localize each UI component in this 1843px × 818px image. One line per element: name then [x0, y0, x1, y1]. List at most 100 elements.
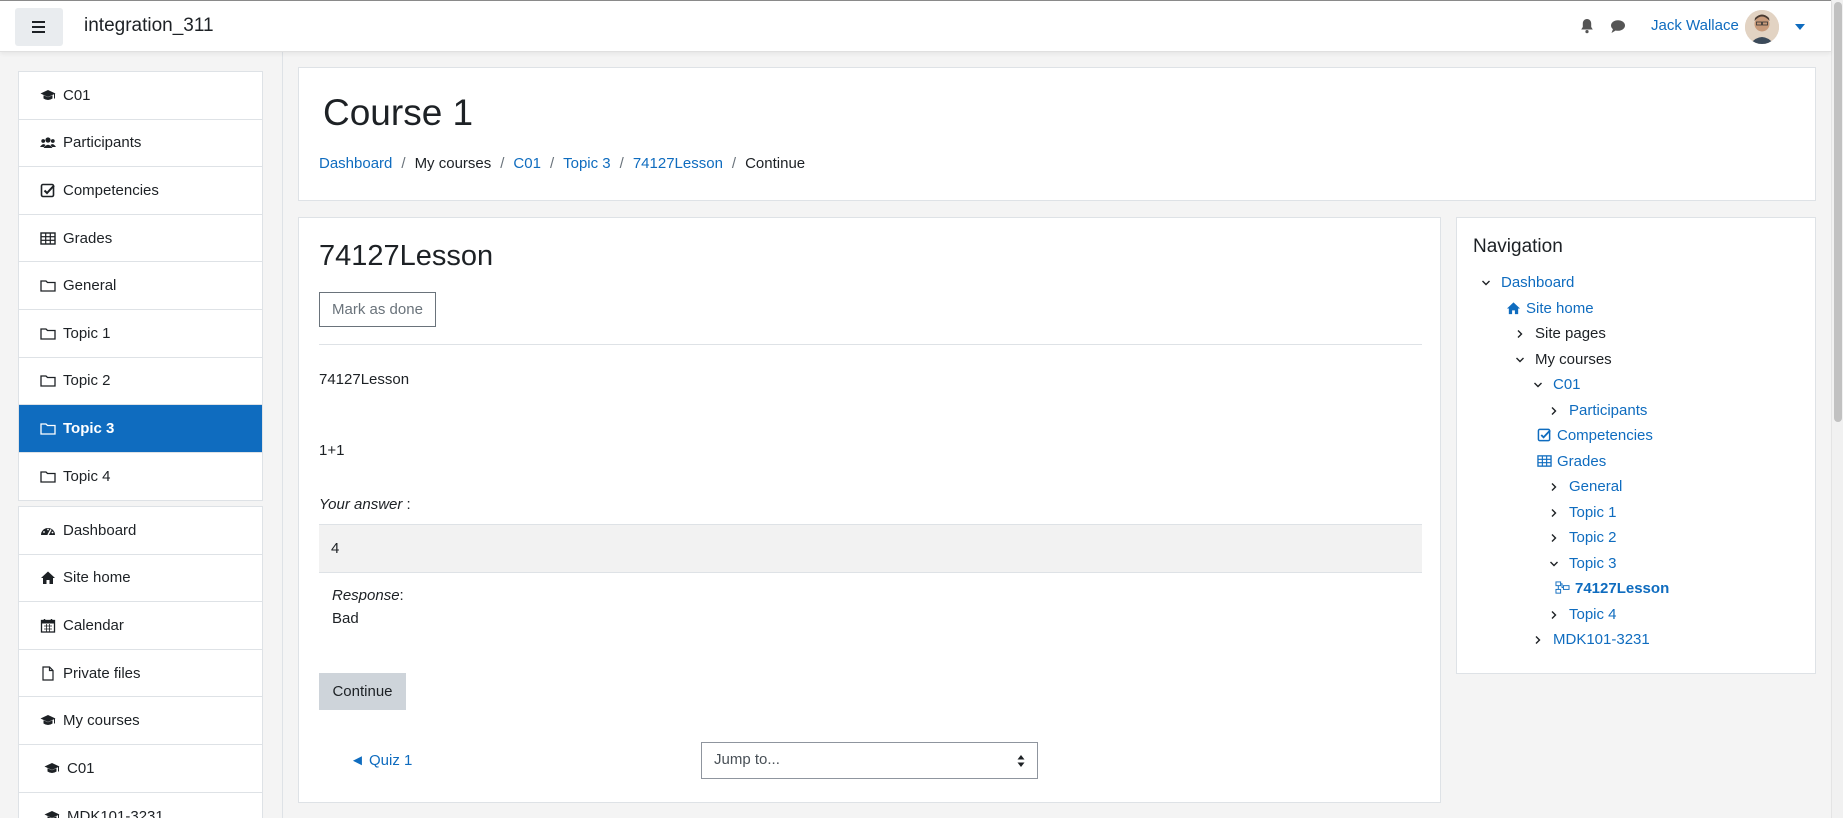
response-label: Response:: [332, 587, 404, 604]
nav-node-label[interactable]: Dashboard: [1501, 274, 1574, 291]
nav-node-participants[interactable]: Participants: [1549, 402, 1647, 419]
drawer-item-my-courses[interactable]: My courses: [19, 697, 262, 745]
chevron-down-icon[interactable]: [1549, 559, 1559, 569]
menu-toggle-button[interactable]: [15, 8, 63, 46]
scrollbar-thumb[interactable]: [1834, 2, 1842, 422]
breadcrumb-c01[interactable]: C01: [513, 155, 541, 172]
response-colon: :: [399, 587, 404, 604]
nav-node-label[interactable]: Grades: [1557, 453, 1606, 470]
nav-node-label[interactable]: 74127Lesson: [1575, 580, 1669, 597]
graduation-cap-icon: [39, 87, 57, 103]
breadcrumb-continue: Continue: [745, 155, 806, 172]
nav-node-label[interactable]: Competencies: [1557, 427, 1653, 444]
table-icon: [39, 230, 57, 246]
nav-node-label[interactable]: Participants: [1569, 402, 1647, 419]
lesson-content-text: 74127Lesson: [319, 371, 410, 388]
drawer-item-dashboard[interactable]: Dashboard: [19, 507, 262, 555]
chevron-right-icon[interactable]: [1549, 610, 1559, 620]
jump-to-select[interactable]: Jump to...: [701, 742, 1038, 779]
chevron-down-icon[interactable]: [1515, 355, 1525, 365]
nav-node-label[interactable]: Topic 2: [1569, 529, 1617, 546]
drawer-item-c01[interactable]: C01: [19, 72, 262, 120]
breadcrumb-separator: /: [549, 155, 555, 172]
nav-node-c01[interactable]: C01: [1533, 376, 1581, 393]
your-answer-label: Your answer :: [319, 496, 411, 513]
caret-down-icon[interactable]: [1795, 24, 1805, 30]
drawer-item-topic-3[interactable]: Topic 3: [19, 405, 262, 453]
chat-icon[interactable]: [1609, 17, 1627, 35]
breadcrumb-lesson[interactable]: 74127Lesson: [633, 155, 723, 172]
nav-node-general[interactable]: General: [1549, 478, 1622, 495]
drawer-item-private-files[interactable]: Private files: [19, 650, 262, 698]
nav-node-label[interactable]: C01: [1553, 376, 1581, 393]
drawer-item-grades[interactable]: Grades: [19, 215, 262, 263]
nav-node-topic-4[interactable]: Topic 4: [1549, 606, 1617, 623]
continue-button[interactable]: Continue: [319, 673, 406, 710]
drawer-item-site-home[interactable]: Site home: [19, 555, 262, 603]
drawer-item-topic-2[interactable]: Topic 2: [19, 358, 262, 406]
page-header: Course 1 Dashboard / My courses / C01 / …: [298, 67, 1816, 201]
drawer-item-competencies[interactable]: Competencies: [19, 167, 262, 215]
breadcrumb-my-courses: My courses: [414, 155, 492, 172]
nav-node-my-courses[interactable]: My courses: [1515, 351, 1612, 368]
breadcrumb-separator: /: [619, 155, 624, 172]
users-icon: [39, 135, 57, 151]
nav-node-topic-1[interactable]: Topic 1: [1549, 504, 1617, 521]
chevron-down-icon[interactable]: [1533, 380, 1543, 390]
nav-node-label[interactable]: MDK101-3231: [1553, 631, 1650, 648]
chevron-right-icon[interactable]: [1549, 406, 1559, 416]
chevron-right-icon[interactable]: [1549, 482, 1559, 492]
nav-node-site-home[interactable]: Site home: [1506, 300, 1594, 317]
nav-node-label[interactable]: Topic 4: [1569, 606, 1617, 623]
chevron-right-icon[interactable]: [1549, 508, 1559, 518]
nav-node-label[interactable]: General: [1569, 478, 1622, 495]
nav-node-label[interactable]: Topic 3: [1569, 555, 1617, 572]
breadcrumb-dashboard[interactable]: Dashboard: [319, 155, 392, 172]
nav-node-label[interactable]: Topic 1: [1569, 504, 1617, 521]
bell-icon[interactable]: [1578, 17, 1596, 35]
mark-as-done-button[interactable]: Mark as done: [319, 292, 436, 327]
folder-icon: [39, 420, 57, 436]
drawer-item-participants[interactable]: Participants: [19, 120, 262, 168]
your-answer-text: Your answer: [319, 496, 403, 513]
table-icon: [1537, 454, 1553, 469]
avatar[interactable]: [1745, 10, 1779, 44]
chevron-right-icon[interactable]: [1549, 533, 1559, 543]
chevron-right-icon[interactable]: [1515, 329, 1525, 339]
answer-value: 4: [319, 524, 1422, 573]
drawer-site-group: Dashboard Site home Calendar Private fil…: [18, 506, 263, 818]
nav-node-topic-3[interactable]: Topic 3: [1549, 555, 1617, 572]
drawer-item-label: Topic 1: [63, 324, 111, 342]
drawer-item-label: Topic 2: [63, 372, 111, 390]
breadcrumb-separator: /: [500, 155, 505, 172]
drawer-item-general[interactable]: General: [19, 262, 262, 310]
navigation-block: Navigation Dashboard Site home Site page…: [1456, 217, 1816, 674]
drawer-item-label: General: [63, 277, 117, 295]
nav-node-competencies[interactable]: Competencies: [1537, 427, 1653, 444]
nav-node-mdk101[interactable]: MDK101-3231: [1533, 631, 1650, 648]
divider: [319, 344, 1422, 345]
chevron-right-icon[interactable]: [1533, 635, 1543, 645]
breadcrumb-topic-3[interactable]: Topic 3: [563, 155, 611, 172]
drawer-item-course-mdk101[interactable]: MDK101-3231: [19, 793, 262, 818]
nav-node-site-pages[interactable]: Site pages: [1515, 325, 1606, 342]
drawer-item-topic-4[interactable]: Topic 4: [19, 453, 262, 501]
drawer-item-label: Private files: [63, 664, 141, 682]
drawer-item-topic-1[interactable]: Topic 1: [19, 310, 262, 358]
nav-node-label: My courses: [1535, 351, 1612, 368]
response-text: Response: [332, 587, 400, 604]
nav-node-label[interactable]: Site home: [1526, 300, 1594, 317]
nav-node-topic-2[interactable]: Topic 2: [1549, 529, 1617, 546]
page-scrollbar[interactable]: [1831, 0, 1843, 818]
nav-node-lesson[interactable]: 74127Lesson: [1555, 580, 1669, 597]
chevron-down-icon[interactable]: [1481, 278, 1491, 288]
previous-activity-link[interactable]: ◄ Quiz 1: [350, 752, 412, 769]
check-square-icon: [39, 182, 57, 198]
nav-node-dashboard[interactable]: Dashboard: [1481, 274, 1574, 291]
site-name[interactable]: integration_311: [84, 15, 214, 37]
home-icon: [39, 570, 57, 586]
user-name[interactable]: Jack Wallace: [1651, 17, 1739, 34]
drawer-item-course-c01[interactable]: C01: [19, 745, 262, 793]
drawer-item-calendar[interactable]: Calendar: [19, 602, 262, 650]
nav-node-grades[interactable]: Grades: [1537, 453, 1606, 470]
